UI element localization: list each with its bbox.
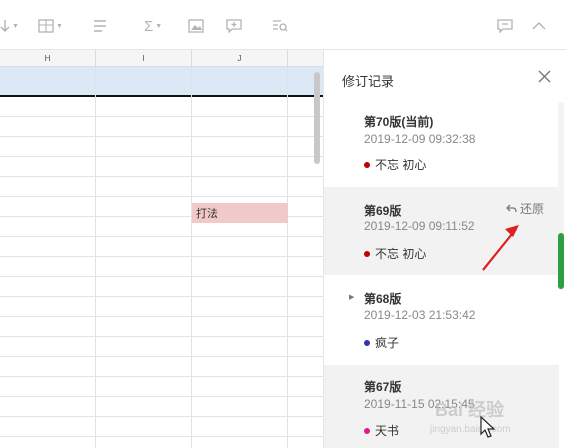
watermark-url: jingyan.baidu.com: [430, 424, 511, 435]
annotation-arrow: [482, 225, 519, 271]
mouse-cursor-icon: [480, 416, 496, 438]
